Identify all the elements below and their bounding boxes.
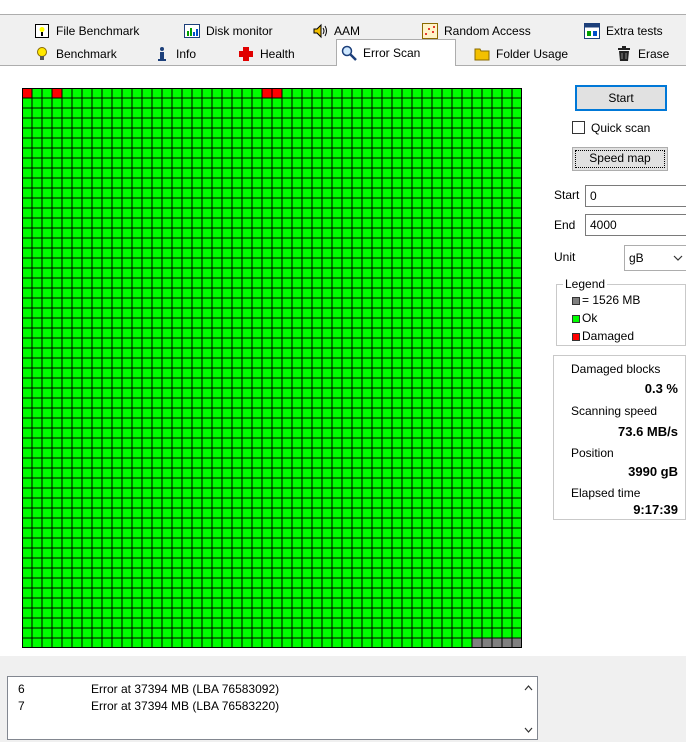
unit-label: Unit	[554, 250, 576, 264]
tab-disk-monitor[interactable]: Disk monitor	[180, 20, 308, 42]
damaged-blocks-label: Damaged blocks	[571, 362, 661, 376]
legend-title: Legend	[563, 277, 608, 291]
error-log-list[interactable]: 6 Error at 37394 MB (LBA 76583092) 7 Err…	[7, 676, 538, 740]
damaged-swatch	[572, 332, 580, 341]
tab-row-2: Benchmark Info Health Error Scan Folder …	[0, 39, 686, 66]
list-scrollbar[interactable]	[520, 677, 537, 739]
health-cross-icon	[238, 46, 254, 62]
unscanned-block	[502, 638, 512, 648]
lightbulb-icon	[34, 46, 50, 62]
legend-damaged: Damaged	[572, 329, 634, 343]
end-field[interactable]: 4000	[585, 214, 686, 236]
tab-label: Error Scan	[363, 46, 421, 60]
tab-error-scan[interactable]: Error Scan	[336, 39, 456, 66]
position-value: 3990 gB	[628, 464, 678, 479]
tab-label: Erase	[638, 47, 670, 61]
trash-icon	[616, 46, 632, 62]
folder-icon	[474, 46, 490, 62]
tab-label: AAM	[334, 24, 361, 38]
speed-map-button[interactable]: Speed map	[572, 147, 668, 171]
tab-label: Benchmark	[56, 47, 117, 61]
unit-value: gB	[629, 251, 644, 265]
position-label: Position	[571, 446, 614, 460]
legend-block-size-text: = 1526 MB	[582, 293, 641, 307]
elapsed-time-label: Elapsed time	[571, 486, 641, 500]
unscanned-block	[472, 638, 482, 648]
info-icon	[154, 46, 170, 62]
legend-block-size: = 1526 MB	[572, 293, 640, 307]
start-field-value: 0	[590, 189, 597, 203]
quick-scan-checkbox[interactable]	[572, 121, 585, 134]
disk-monitor-icon	[184, 23, 200, 39]
unscanned-swatch	[572, 296, 580, 305]
tab-label: Health	[260, 47, 295, 61]
log-text: Error at 37394 MB (LBA 76583092)	[91, 682, 280, 696]
log-index: 6	[18, 682, 25, 696]
unscanned-block	[482, 638, 492, 648]
end-field-value: 4000	[590, 218, 617, 232]
speaker-icon	[312, 23, 328, 39]
tab-label: Disk monitor	[206, 24, 273, 38]
damaged-block	[262, 88, 272, 98]
scanning-speed-label: Scanning speed	[571, 404, 658, 418]
tab-info[interactable]: Info	[150, 43, 230, 65]
tab-extra-tests[interactable]: Extra tests	[580, 20, 686, 42]
unscanned-block	[512, 638, 522, 648]
file-benchmark-icon	[34, 23, 50, 39]
end-field-label: End	[554, 218, 576, 232]
tab-benchmark[interactable]: Benchmark	[30, 43, 150, 65]
log-index: 7	[18, 699, 25, 713]
damaged-blocks-value: 0.3 %	[644, 381, 678, 396]
start-field[interactable]: 0	[585, 185, 686, 207]
tab-label: Folder Usage	[496, 47, 569, 61]
legend-ok-text: Ok	[582, 311, 598, 325]
window-top-strip	[0, 0, 686, 15]
magnifier-icon	[341, 45, 357, 61]
scroll-up-icon[interactable]	[524, 685, 533, 691]
scroll-down-icon[interactable]	[524, 727, 533, 733]
tab-label: Extra tests	[606, 24, 663, 38]
random-access-icon	[422, 23, 438, 39]
start-button[interactable]: Start	[575, 85, 667, 111]
tab-label: Random Access	[444, 24, 531, 38]
scanning-speed-value: 73.6 MB/s	[618, 424, 678, 439]
extra-tests-icon	[584, 23, 600, 39]
legend-damaged-text: Damaged	[582, 329, 635, 343]
damaged-block	[52, 88, 62, 98]
damaged-block	[22, 88, 32, 98]
tab-health[interactable]: Health	[234, 43, 334, 65]
ok-swatch	[572, 314, 580, 323]
elapsed-time-value: 9:17:39	[633, 502, 678, 517]
quick-scan-label: Quick scan	[591, 121, 651, 135]
tab-label: Info	[176, 47, 197, 61]
damaged-block	[272, 88, 282, 98]
legend-ok: Ok	[572, 311, 597, 325]
chevron-down-icon	[673, 255, 683, 261]
tab-folder-usage[interactable]: Folder Usage	[470, 43, 590, 65]
tab-erase[interactable]: Erase	[612, 43, 686, 65]
unscanned-block	[492, 638, 502, 648]
unit-select[interactable]: gB	[624, 245, 686, 271]
tab-label: File Benchmark	[56, 24, 140, 38]
start-field-label: Start	[554, 188, 580, 202]
block-map	[22, 88, 522, 648]
log-text: Error at 37394 MB (LBA 76583220)	[91, 699, 280, 713]
tab-file-benchmark[interactable]: File Benchmark	[30, 20, 180, 42]
